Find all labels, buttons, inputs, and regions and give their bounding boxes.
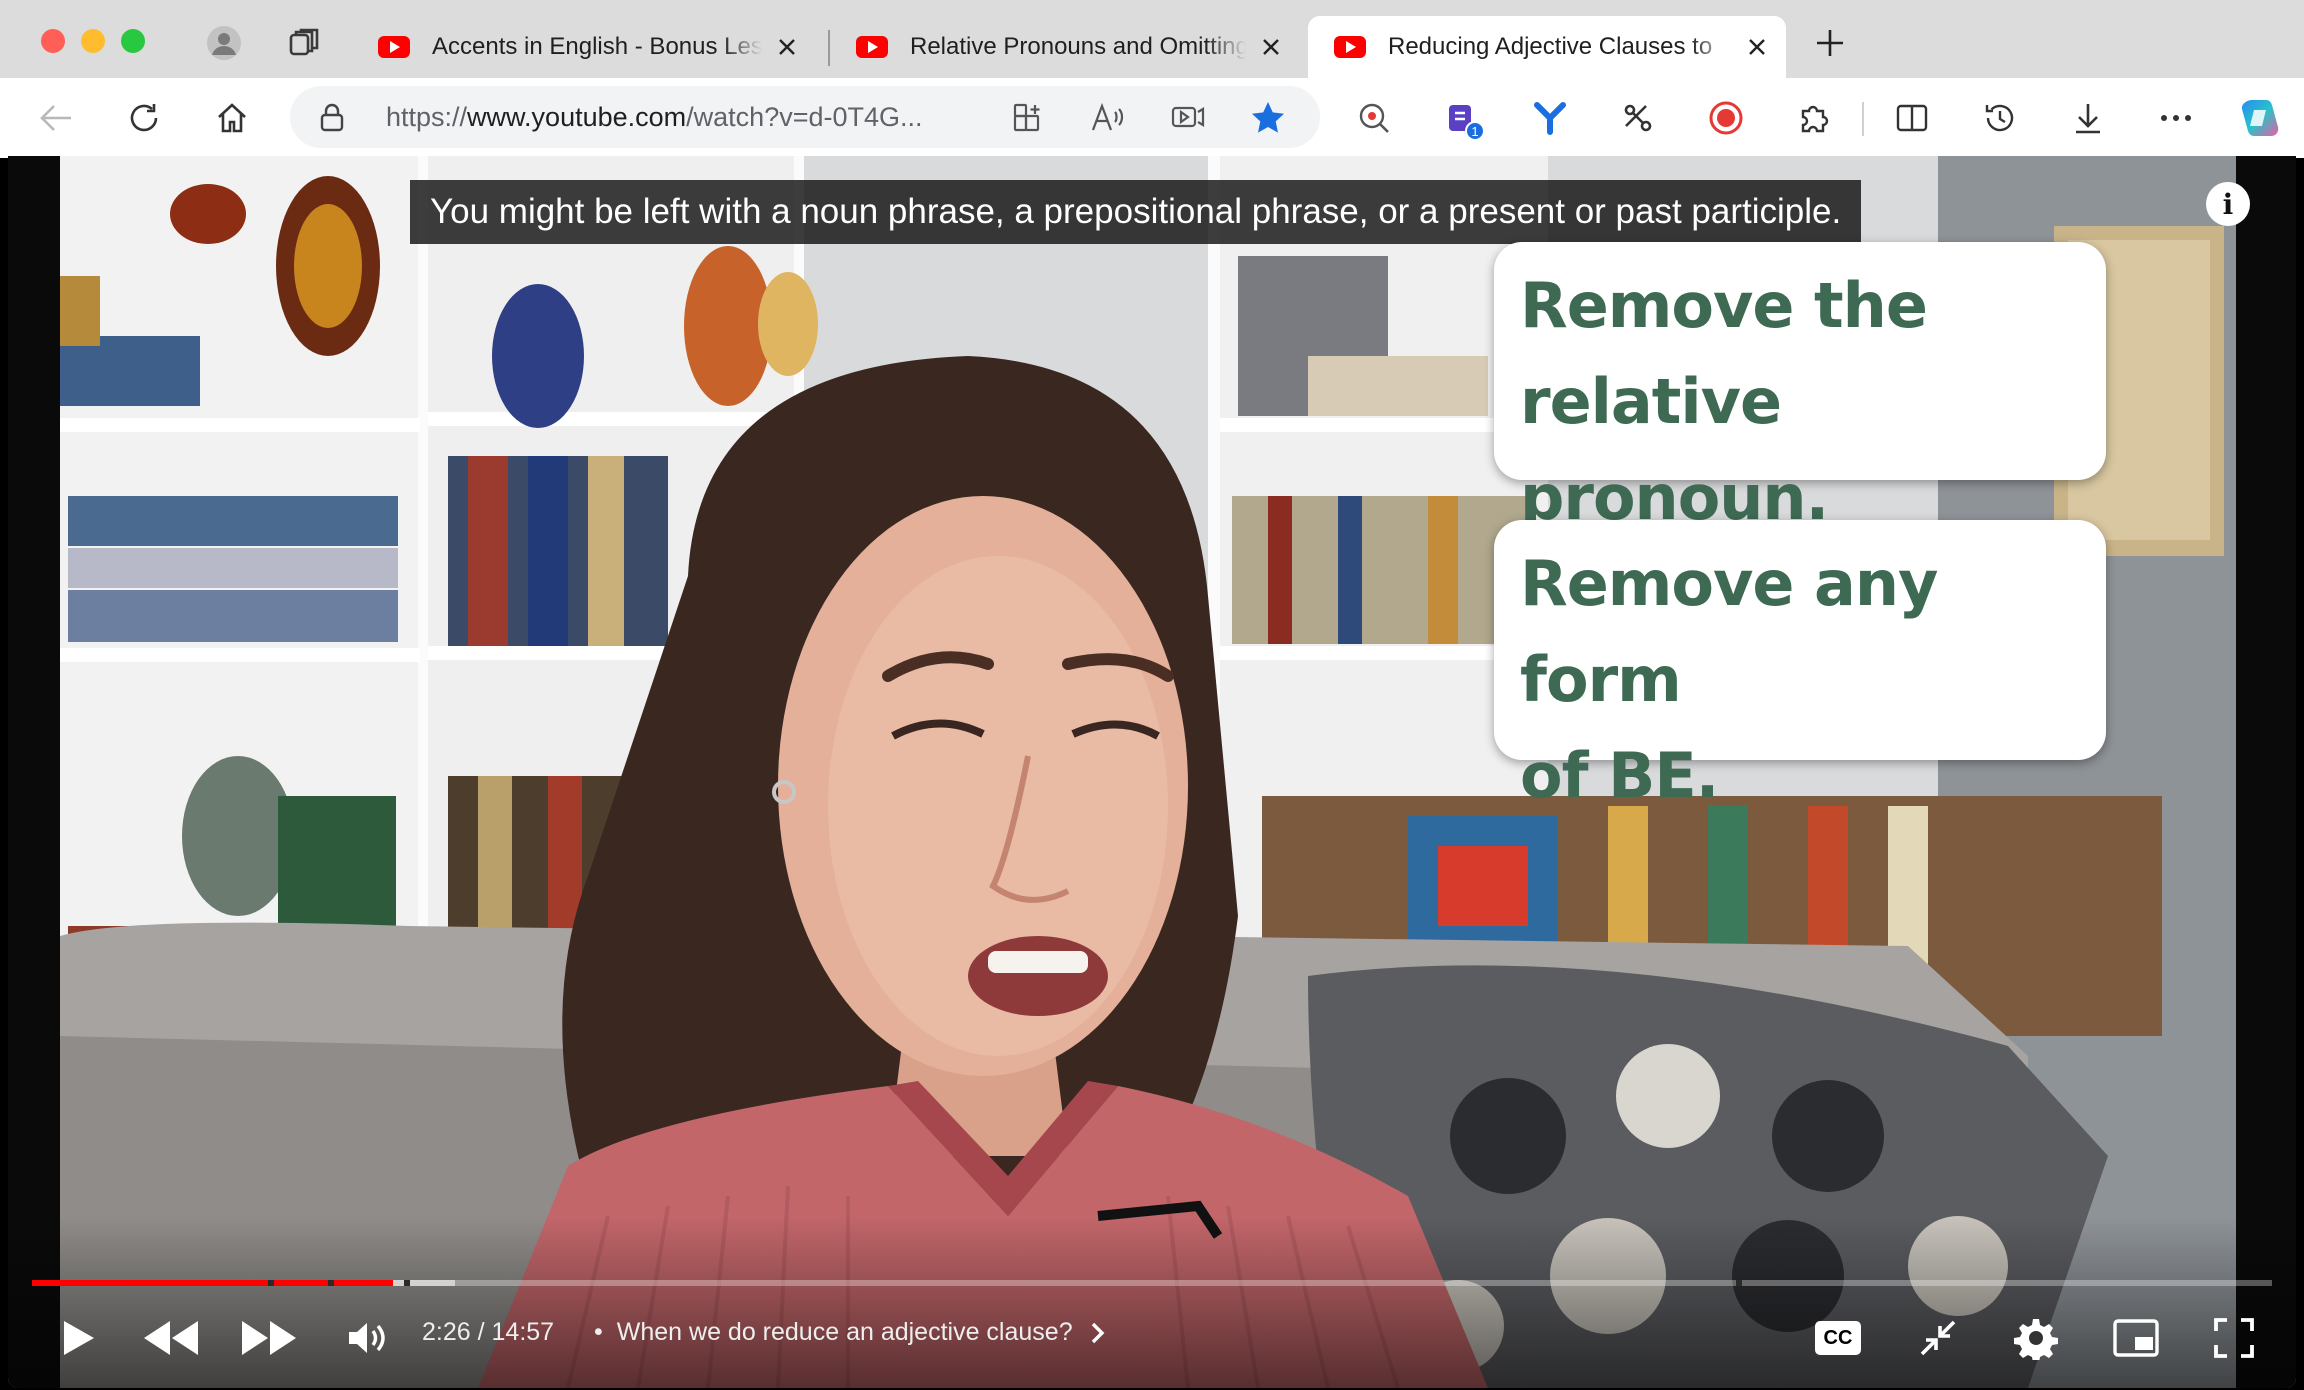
chapter-marker [328, 1280, 334, 1286]
tab-relative-pronouns[interactable]: Relative Pronouns and Omitting [830, 16, 1300, 78]
cc-icon: CC [1815, 1321, 1861, 1355]
tab-close-icon[interactable] [1742, 32, 1772, 62]
settings-gear-icon[interactable] [2006, 1308, 2066, 1368]
tab-reducing-adjective-clauses[interactable]: Reducing Adjective Clauses to [1308, 16, 1786, 78]
progress-bar[interactable] [32, 1280, 2272, 1286]
more-options-icon[interactable] [2152, 94, 2200, 142]
tab-title: Relative Pronouns and Omitting [910, 33, 1246, 60]
navigation-toolbar: https://www.youtube.com/watch?v=d-0T4G..… [0, 78, 2304, 158]
youtube-favicon-icon [378, 36, 410, 58]
callout-line: Remove any form [1520, 547, 1938, 716]
home-button[interactable] [208, 94, 256, 142]
back-button[interactable] [32, 94, 80, 142]
lock-icon[interactable] [312, 97, 352, 137]
notes-extension-icon[interactable]: 1 [1438, 94, 1486, 142]
url-text[interactable]: https://www.youtube.com/watch?v=d-0T4G..… [386, 102, 923, 133]
history-icon[interactable] [1976, 94, 2024, 142]
split-screen-icon[interactable] [1888, 94, 1936, 142]
tab-title: Reducing Adjective Clauses to [1388, 33, 1713, 60]
time-display: 2:26 / 14:57 [422, 1318, 554, 1347]
browser-window: Accents in English - Bonus Lesson Relati… [0, 0, 2304, 1390]
toolbar-divider [1862, 102, 1864, 136]
volume-icon[interactable] [338, 1308, 398, 1368]
video-player[interactable]: You might be left with a noun phrase, a … [8, 156, 2296, 1388]
time-separator: / [470, 1318, 492, 1346]
youtube-favicon-icon [856, 36, 888, 58]
miniplayer-exit-icon[interactable] [1908, 1308, 1968, 1368]
screen-recorder-extension-icon[interactable] [1350, 94, 1398, 142]
callout-remove-relative-pronoun: Remove the relative pronoun. [1494, 242, 2106, 534]
fast-forward-button[interactable] [240, 1308, 300, 1368]
subtitle-caption: You might be left with a noun phrase, a … [410, 180, 1862, 244]
scissors-extension-icon[interactable] [1614, 94, 1662, 142]
close-window-button[interactable] [41, 29, 65, 53]
tab-close-icon[interactable] [1256, 32, 1286, 62]
rewind-button[interactable] [140, 1308, 200, 1368]
refresh-button[interactable] [120, 94, 168, 142]
tab-title: Accents in English - Bonus Lesson [432, 33, 762, 60]
tab-accents[interactable]: Accents in English - Bonus Lesson [352, 16, 816, 78]
chapter-separator: • [594, 1318, 603, 1346]
minimize-window-button[interactable] [81, 29, 105, 53]
play-button[interactable] [48, 1308, 108, 1368]
read-aloud-icon[interactable] [1084, 94, 1132, 142]
youtube-favicon-icon [1334, 36, 1366, 58]
downloads-icon[interactable] [2064, 94, 2112, 142]
profile-icon[interactable] [204, 23, 244, 63]
chevron-right-icon [1091, 1322, 1105, 1343]
y-extension-icon[interactable] [1526, 94, 1574, 142]
record-extension-icon[interactable] [1702, 94, 1750, 142]
copilot-icon[interactable] [2236, 94, 2284, 142]
extension-badge: 1 [1465, 121, 1485, 141]
closed-captions-button[interactable]: CC [1808, 1308, 1868, 1368]
extensions-puzzle-icon[interactable] [1790, 94, 1838, 142]
callout-line: Remove the [1520, 269, 1928, 342]
callout-line: of BE. [1520, 739, 1719, 812]
tab-strip: Accents in English - Bonus Lesson Relati… [0, 0, 2304, 78]
workspaces-icon[interactable] [284, 23, 324, 63]
chapter-marker [404, 1280, 410, 1286]
chapter-title: When we do reduce an adjective clause? [616, 1318, 1073, 1346]
new-tab-button[interactable] [1810, 23, 1850, 63]
miniplayer-icon[interactable] [2106, 1308, 2166, 1368]
fullscreen-icon[interactable] [2204, 1308, 2264, 1368]
chapter-marker [1736, 1280, 1742, 1286]
callout-line: relative pronoun. [1520, 365, 1829, 534]
current-time: 2:26 [422, 1318, 471, 1346]
chapter-button[interactable]: • When we do reduce an adjective clause? [594, 1318, 1109, 1347]
app-available-icon[interactable] [1004, 94, 1052, 142]
info-icon[interactable]: i [2206, 182, 2250, 226]
callout-remove-be: Remove any form of BE. [1494, 520, 2106, 812]
video-enhance-icon[interactable] [1164, 94, 1212, 142]
total-time: 14:57 [491, 1318, 555, 1346]
chapter-marker [268, 1280, 274, 1286]
tab-close-icon[interactable] [772, 32, 802, 62]
favorite-star-icon[interactable] [1244, 94, 1292, 142]
zoom-window-button[interactable] [121, 29, 145, 53]
progress-played [32, 1280, 393, 1286]
